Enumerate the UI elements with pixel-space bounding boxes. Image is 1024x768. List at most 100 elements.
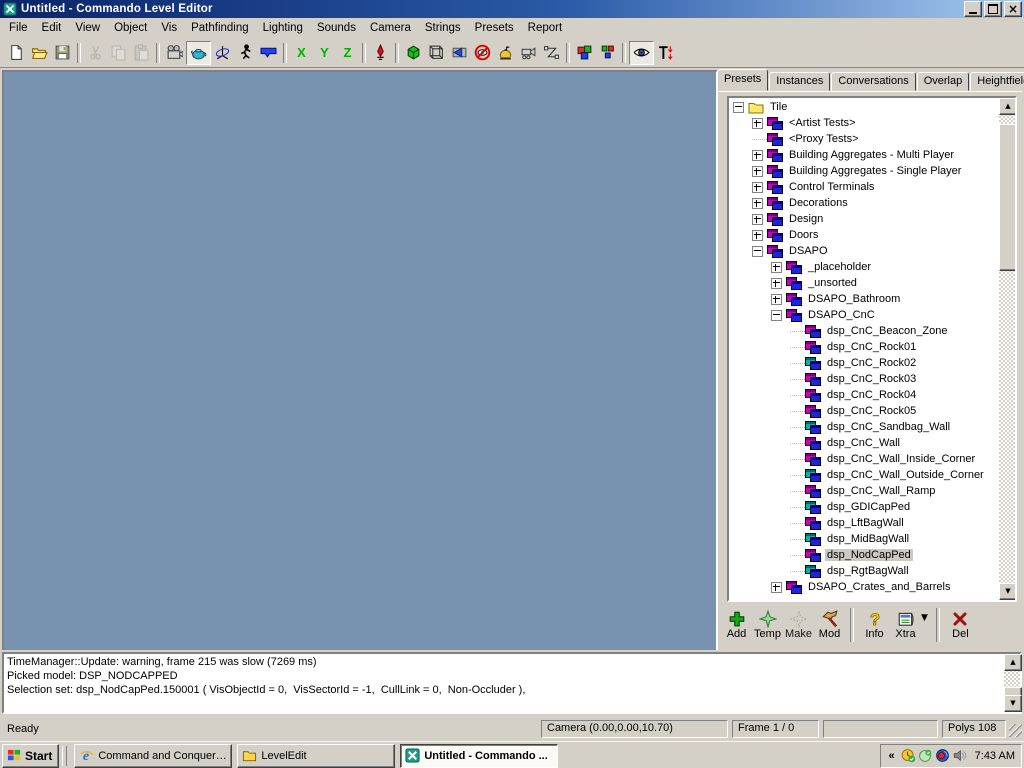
- del-button[interactable]: Del: [945, 610, 976, 640]
- open-file-button[interactable]: [28, 42, 51, 64]
- expand-box-icon[interactable]: [752, 230, 763, 241]
- scroll-down-button[interactable]: ▼: [1004, 695, 1022, 712]
- drop-to-ground-button[interactable]: [369, 42, 392, 64]
- tree-row[interactable]: _unsorted: [730, 275, 998, 291]
- new-file-button[interactable]: [5, 42, 28, 64]
- mod-button[interactable]: Mod: [814, 610, 845, 640]
- tree-row[interactable]: <Proxy Tests>: [730, 131, 998, 147]
- temp-button[interactable]: Temp: [752, 610, 783, 640]
- polygon-edit-button[interactable]: [540, 42, 563, 64]
- tree-row[interactable]: dsp_CnC_Rock01: [730, 339, 998, 355]
- tree-row[interactable]: dsp_CnC_Rock03: [730, 371, 998, 387]
- tree-row[interactable]: dsp_CnC_Wall_Inside_Corner: [730, 451, 998, 467]
- tree-row[interactable]: Control Terminals: [730, 179, 998, 195]
- collapse-box-icon[interactable]: [752, 246, 763, 257]
- expand-box-icon[interactable]: [752, 214, 763, 225]
- add-button[interactable]: Add: [721, 610, 752, 640]
- tree-row[interactable]: dsp_MidBagWall: [730, 531, 998, 547]
- teapot-render-button[interactable]: [186, 41, 211, 65]
- taskbar-button-command-and-conquer[interactable]: eCommand and Conquer: ...: [74, 744, 232, 768]
- vis-camera-button[interactable]: [448, 42, 471, 64]
- clock-sync-icon[interactable]: [901, 748, 916, 763]
- menu-item-report[interactable]: Report: [521, 20, 570, 36]
- minimize-button[interactable]: [964, 1, 982, 17]
- expand-box-icon[interactable]: [752, 198, 763, 209]
- menu-item-lighting[interactable]: Lighting: [256, 20, 310, 36]
- tree-row[interactable]: Design: [730, 211, 998, 227]
- solid-cube-button[interactable]: [402, 42, 425, 64]
- wireframe-cube-button[interactable]: [425, 42, 448, 64]
- text-height-button[interactable]: [654, 42, 677, 64]
- tree-row[interactable]: dsp_CnC_Sandbag_Wall: [730, 419, 998, 435]
- scroll-up-button[interactable]: ▲: [1004, 654, 1022, 671]
- terrain-flag-button[interactable]: [257, 42, 280, 64]
- tree-row[interactable]: dsp_CnC_Rock05: [730, 403, 998, 419]
- tree-row[interactable]: DSAPO_Crates_and_Barrels: [730, 579, 998, 595]
- menu-item-view[interactable]: View: [68, 20, 107, 36]
- save-button[interactable]: [51, 42, 74, 64]
- menu-item-vis[interactable]: Vis: [154, 20, 184, 36]
- menu-item-pathfinding[interactable]: Pathfinding: [184, 20, 256, 36]
- tree-row[interactable]: <Artist Tests>: [730, 115, 998, 131]
- 3d-viewport[interactable]: [2, 70, 718, 652]
- expand-box-icon[interactable]: [771, 262, 782, 273]
- small-cubes-button[interactable]: [596, 42, 619, 64]
- tree-scrollbar[interactable]: ▲ ▼: [999, 98, 1015, 600]
- tray-collapse-chevron[interactable]: «: [887, 750, 897, 762]
- tray-clock[interactable]: 7:43 AM: [971, 750, 1015, 762]
- collapse-box-icon[interactable]: [771, 310, 782, 321]
- orbit-axis-button[interactable]: [211, 42, 234, 64]
- axis-y-button[interactable]: Y: [313, 42, 336, 64]
- start-button[interactable]: Start: [2, 744, 59, 768]
- scroll-up-button[interactable]: ▲: [999, 98, 1017, 115]
- expand-box-icon[interactable]: [771, 582, 782, 593]
- network-ball-icon[interactable]: [935, 748, 950, 763]
- tree-row[interactable]: dsp_LftBagWall: [730, 515, 998, 531]
- movie-camera-button[interactable]: [163, 42, 186, 64]
- tab-heightfield[interactable]: Heightfield: [970, 72, 1024, 91]
- tab-overlap[interactable]: Overlap: [917, 72, 970, 91]
- tree-row[interactable]: dsp_CnC_Rock04: [730, 387, 998, 403]
- tree-row[interactable]: dsp_NodCapPed: [730, 547, 998, 563]
- tab-instances[interactable]: Instances: [769, 72, 830, 91]
- menu-item-file[interactable]: File: [2, 20, 35, 36]
- tree-row[interactable]: dsp_CnC_Rock02: [730, 355, 998, 371]
- menu-item-strings[interactable]: Strings: [418, 20, 468, 36]
- tree-row[interactable]: dsp_CnC_Wall_Ramp: [730, 483, 998, 499]
- close-button[interactable]: ×: [1004, 1, 1022, 17]
- expand-box-icon[interactable]: [752, 118, 763, 129]
- tree-row[interactable]: _placeholder: [730, 259, 998, 275]
- shield-check-icon[interactable]: [918, 748, 933, 763]
- axis-z-button[interactable]: Z: [336, 42, 359, 64]
- axis-x-button[interactable]: X: [290, 42, 313, 64]
- tree-row[interactable]: Decorations: [730, 195, 998, 211]
- tree-row[interactable]: dsp_CnC_Beacon_Zone: [730, 323, 998, 339]
- menu-item-edit[interactable]: Edit: [35, 20, 69, 36]
- camera-dolly-button[interactable]: [517, 42, 540, 64]
- menu-item-object[interactable]: Object: [107, 20, 154, 36]
- tree-row[interactable]: DSAPO_CnC: [730, 307, 998, 323]
- taskbar-button-untitled-commando[interactable]: Untitled - Commando ...: [400, 744, 558, 768]
- tree-row[interactable]: dsp_GDICapPed: [730, 499, 998, 515]
- scroll-thumb[interactable]: [999, 124, 1017, 271]
- eye-visibility-button[interactable]: [629, 41, 654, 65]
- resize-grip[interactable]: [1009, 724, 1022, 737]
- tree-row[interactable]: DSAPO_Bathroom: [730, 291, 998, 307]
- tree-row[interactable]: Building Aggregates - Single Player: [730, 163, 998, 179]
- taskbar-button-leveledit[interactable]: LevelEdit: [237, 744, 395, 768]
- tree-row[interactable]: Doors: [730, 227, 998, 243]
- tree-row[interactable]: Building Aggregates - Multi Player: [730, 147, 998, 163]
- walkthrough-button[interactable]: [234, 42, 257, 64]
- expand-box-icon[interactable]: [752, 182, 763, 193]
- volume-icon[interactable]: [952, 748, 967, 763]
- info-button[interactable]: ?Info: [859, 610, 890, 640]
- rgb-cubes-button[interactable]: [573, 42, 596, 64]
- menu-item-presets[interactable]: Presets: [468, 20, 521, 36]
- taskbar-handle[interactable]: [62, 746, 67, 766]
- log-scrollbar[interactable]: ▲ ▼: [1004, 654, 1020, 712]
- menu-item-sounds[interactable]: Sounds: [310, 20, 363, 36]
- expand-box-icon[interactable]: [771, 278, 782, 289]
- expand-box-icon[interactable]: [752, 166, 763, 177]
- tab-conversations[interactable]: Conversations: [831, 72, 915, 91]
- light-button[interactable]: [494, 42, 517, 64]
